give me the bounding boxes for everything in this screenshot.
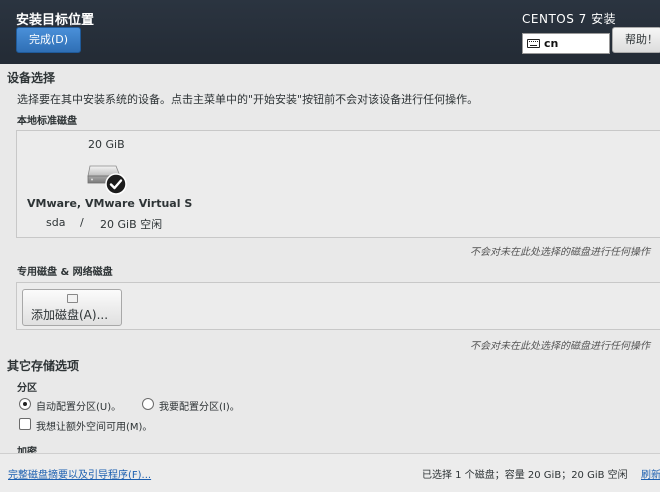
extra-space-checkbox[interactable]: [19, 418, 31, 430]
page-title: 安装目标位置: [16, 13, 95, 28]
keyboard-icon: [527, 39, 540, 48]
manual-partition-label[interactable]: 我要配置分区(I)。: [159, 398, 240, 413]
help-button[interactable]: 帮助！: [612, 27, 660, 53]
other-storage-title: 其它存储选项: [7, 359, 80, 373]
local-disks-note: 不会对未在此处选择的磁盘进行任何操作: [470, 247, 650, 258]
disk-free-space: 20 GiB 空闲: [100, 218, 163, 231]
footer-bar: 完整磁盘摘要以及引导程序(F)... 已选择 1 个磁盘；容量 20 GiB；2…: [0, 453, 660, 492]
auto-partition-radio[interactable]: [19, 398, 31, 410]
header-bar: 安装目标位置 完成(D) CENTOS 7 安装 cn 帮助！: [0, 0, 660, 64]
refresh-link[interactable]: 刷新: [641, 466, 660, 481]
full-disk-summary-link[interactable]: 完整磁盘摘要以及引导程序(F)...: [8, 466, 151, 481]
disk-device: sda: [46, 216, 66, 229]
product-title: CENTOS 7 安装: [522, 12, 617, 26]
device-selection-title: 设备选择: [7, 71, 56, 85]
keyboard-layout-indicator[interactable]: cn: [522, 33, 610, 54]
done-button[interactable]: 完成(D): [16, 27, 81, 53]
auto-partition-label[interactable]: 自动配置分区(U)。: [36, 398, 121, 413]
disk-name: VMware, VMware Virtual S: [27, 197, 193, 210]
special-disks-note: 不会对未在此处选择的磁盘进行任何操作: [470, 341, 650, 352]
device-selection-description: 选择要在其中安装系统的设备。点击主菜单中的"开始安装"按钮前不会对该设备进行任何…: [17, 93, 479, 106]
local-disks-label: 本地标准磁盘: [17, 116, 77, 127]
disk-size: 20 GiB: [88, 138, 125, 151]
add-disk-icon: [67, 294, 78, 303]
special-disks-label: 专用磁盘 & 网络磁盘: [17, 267, 113, 278]
manual-partition-radio[interactable]: [142, 398, 154, 410]
extra-space-label[interactable]: 我想让额外空间可用(M)。: [36, 418, 152, 433]
add-disk-button[interactable]: 添加磁盘(A)...: [22, 289, 122, 326]
disk-separator: /: [80, 216, 84, 229]
selected-check-icon: [105, 173, 127, 195]
selection-summary: 已选择 1 个磁盘；容量 20 GiB；20 GiB 空闲: [422, 470, 628, 481]
add-disk-label: 添加磁盘(A)...: [31, 308, 109, 322]
partition-label: 分区: [17, 383, 37, 394]
keyboard-layout-label: cn: [544, 37, 559, 50]
